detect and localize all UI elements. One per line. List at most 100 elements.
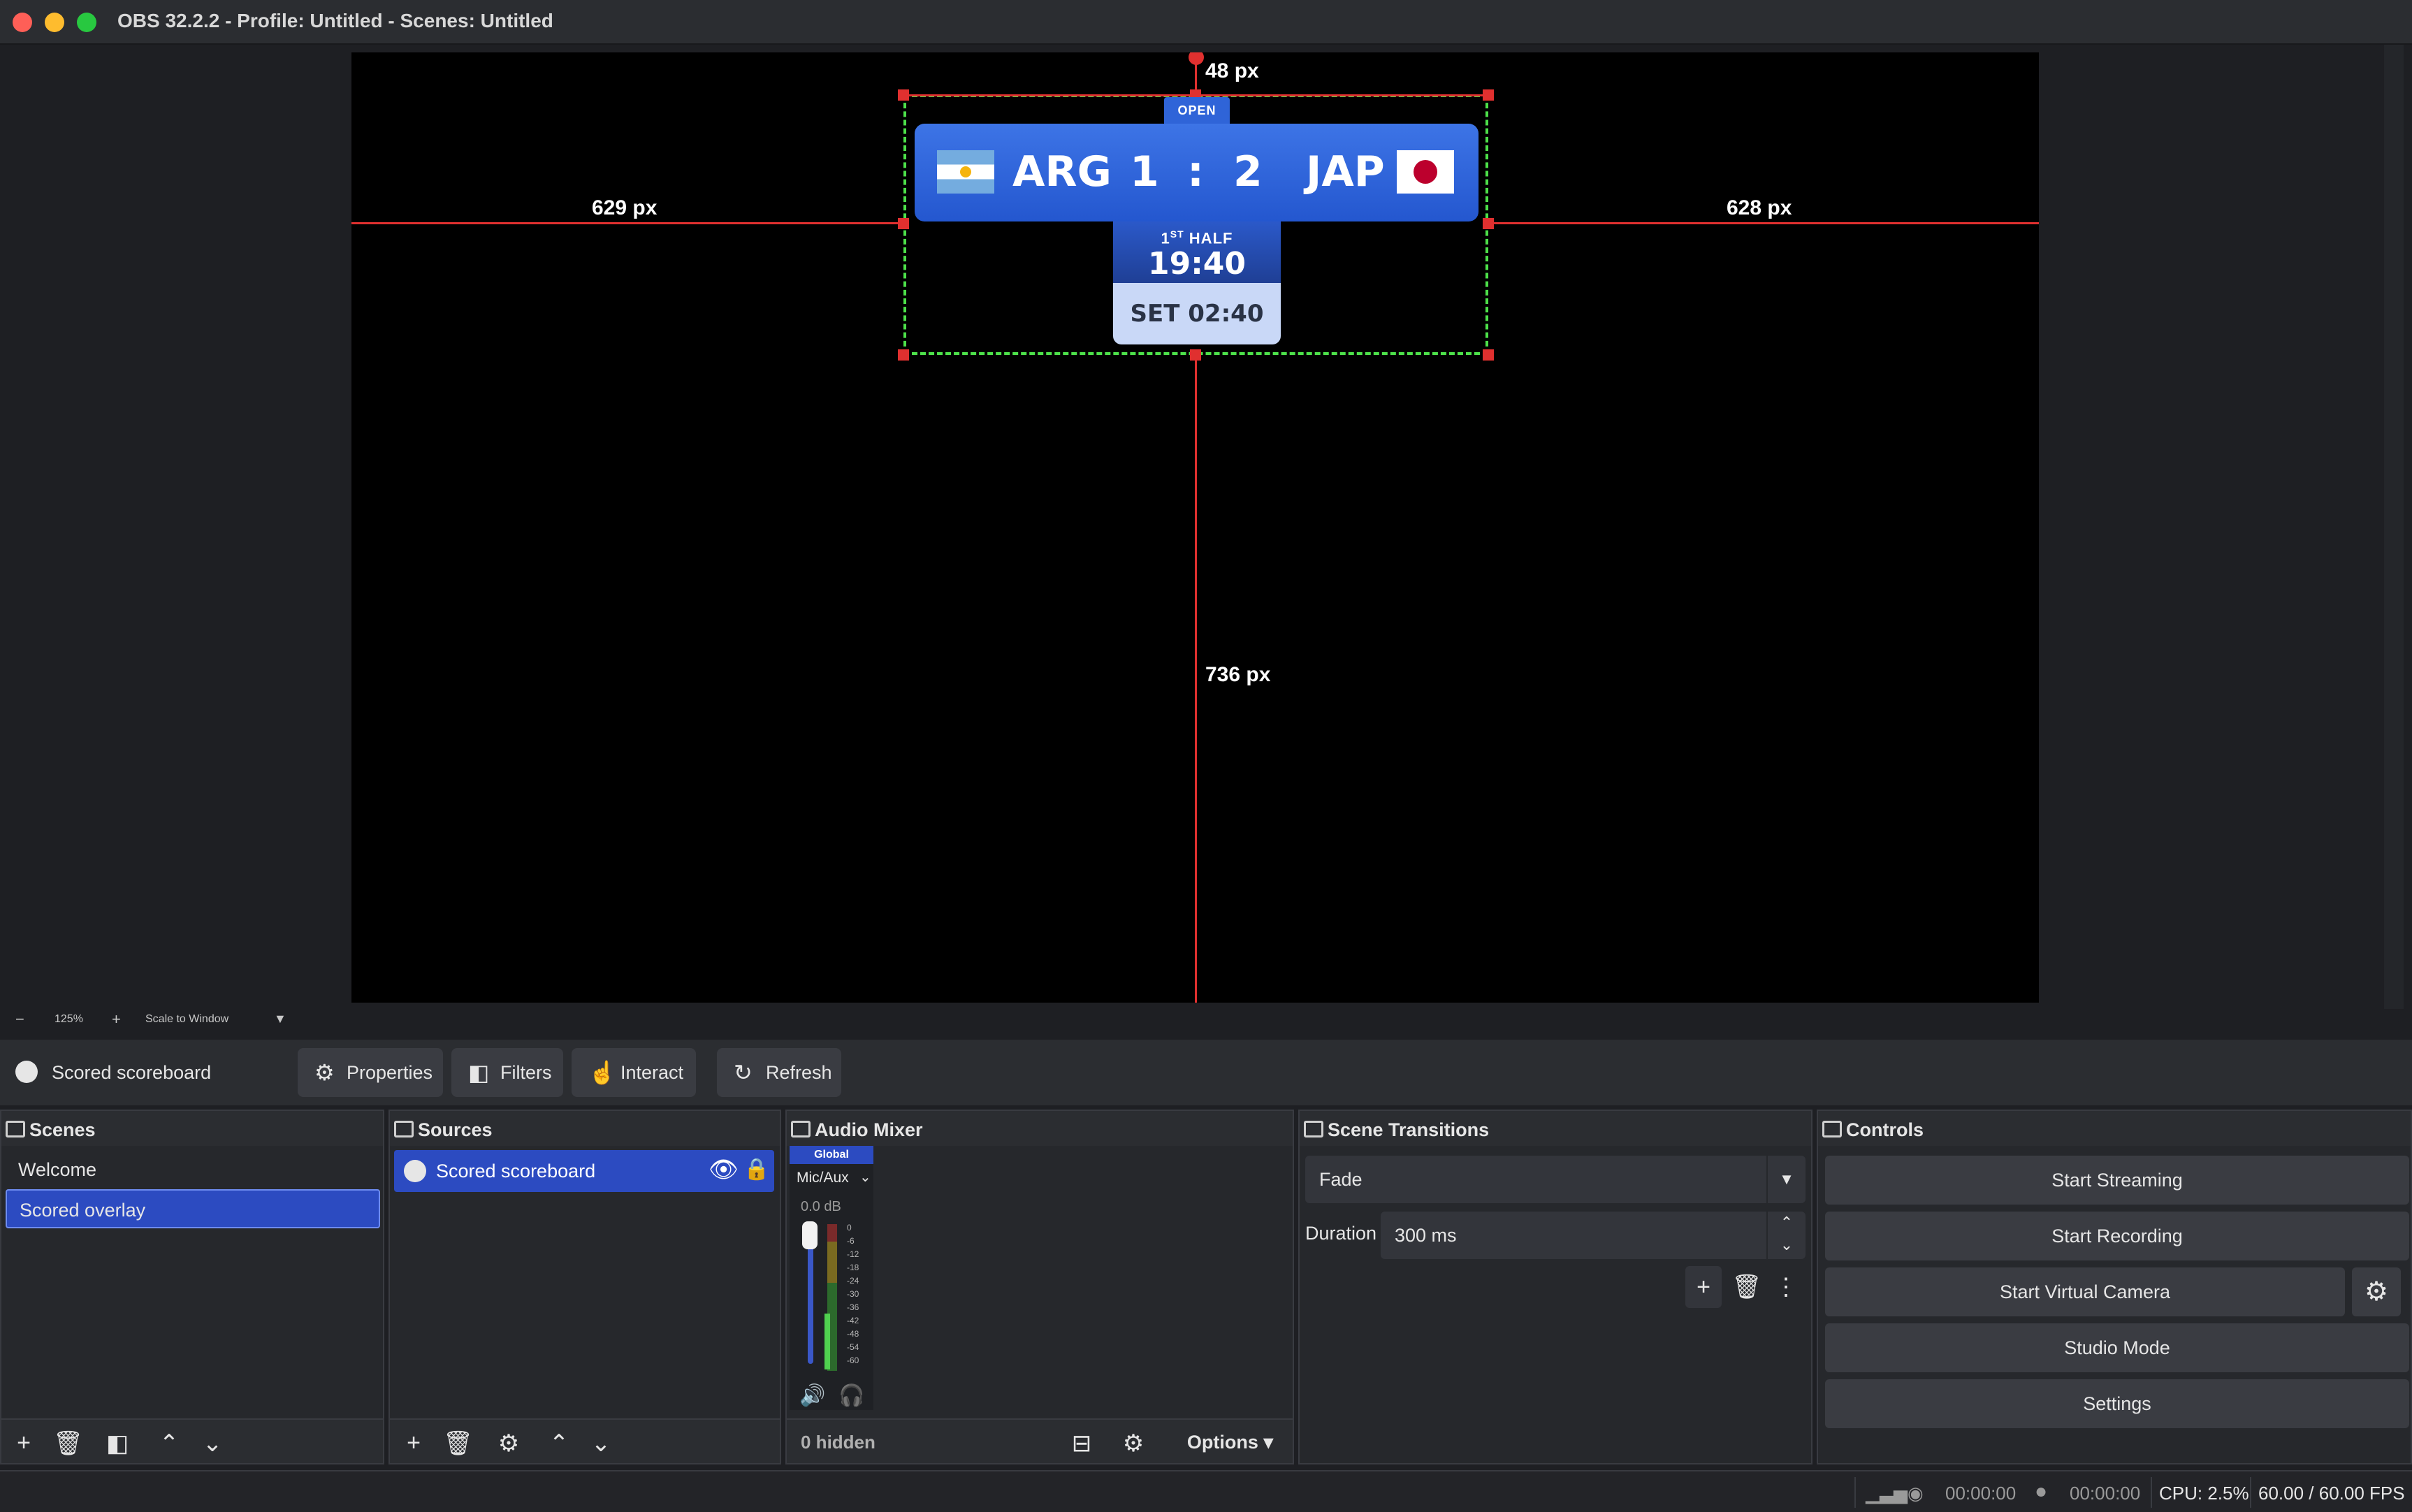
half-word: HALF: [1189, 229, 1233, 247]
close-window-button[interactable]: [13, 13, 32, 32]
preview-canvas[interactable]: 48 px 629 px 628 px 736 px OPEN ARG 1 : …: [351, 52, 2039, 1003]
set-time: SET 02:40: [1113, 283, 1281, 344]
move-source-up-icon[interactable]: ⌃: [545, 1430, 573, 1458]
eye-icon[interactable]: 👁: [709, 1156, 739, 1184]
virtual-camera-settings-button[interactable]: ⚙: [2352, 1267, 2401, 1316]
half-label: 1ST HALF: [1113, 221, 1281, 247]
scenes-toolbar: + 🗑 ◧ ⌃ ⌄: [1, 1418, 383, 1463]
settings-button[interactable]: Settings: [1825, 1379, 2409, 1428]
mixer-channel-mic: Global Mic/Aux ⌄ 0.0 dB 0 -6 -12 -18 -24…: [790, 1146, 873, 1410]
score-separator: :: [1187, 147, 1204, 196]
sources-header: Sources: [390, 1111, 780, 1146]
meter-scale: 0 -6 -12 -18 -24 -30 -36 -42 -48 -54 -60: [847, 1221, 859, 1367]
audio-mixer-toolbar: 0 hidden ⊟ ⚙ Options ▾: [787, 1418, 1293, 1463]
resize-handle-mr[interactable]: [1483, 218, 1494, 229]
source-properties-icon[interactable]: ⚙: [495, 1430, 523, 1458]
resize-handle-bl[interactable]: [898, 349, 909, 361]
scene-filters-icon[interactable]: ◧: [103, 1430, 131, 1458]
scoreboard-panel: ARG 1 : 2 JAP: [915, 124, 1479, 221]
minimize-window-button[interactable]: [45, 13, 64, 32]
start-recording-button[interactable]: Start Recording: [1825, 1212, 2409, 1260]
channel-name[interactable]: Mic/Aux: [797, 1170, 849, 1186]
scene-transitions-header: Scene Transitions: [1300, 1111, 1811, 1146]
record-status-icon: ●: [2035, 1480, 2048, 1503]
add-transition-icon[interactable]: +: [1685, 1266, 1722, 1308]
properties-button[interactable]: ⚙ Properties: [298, 1048, 443, 1097]
chevron-down-icon[interactable]: ▼: [1766, 1156, 1806, 1203]
refresh-label: Refresh: [766, 1062, 832, 1083]
resize-handle-br[interactable]: [1483, 349, 1494, 361]
duration-label: Duration: [1305, 1223, 1377, 1244]
zoom-in-button[interactable]: +: [112, 1010, 121, 1028]
chevron-down-icon: ▾: [1263, 1432, 1273, 1453]
chevron-down-icon[interactable]: ⌄: [1768, 1234, 1806, 1256]
move-scene-down-icon[interactable]: ⌄: [198, 1430, 226, 1458]
chevron-down-icon[interactable]: ▼: [274, 1012, 286, 1026]
zoom-mode[interactable]: Scale to Window: [145, 1013, 228, 1026]
source-item-scored-scoreboard[interactable]: Scored scoreboard 👁 🔒: [394, 1150, 774, 1192]
volume-slider-handle[interactable]: [802, 1221, 818, 1249]
global-badge: Global: [790, 1146, 873, 1164]
hand-pointer-icon: ☝: [588, 1060, 616, 1085]
guide-top-handle[interactable]: [1189, 52, 1204, 65]
dock-icon: [394, 1121, 414, 1137]
dock-icon: [6, 1121, 25, 1137]
meter-tick: -12: [847, 1249, 859, 1259]
zoom-out-button[interactable]: −: [15, 1010, 24, 1028]
browser-source-icon: [15, 1061, 38, 1083]
resize-handle-tr[interactable]: [1483, 89, 1494, 101]
remove-scene-icon[interactable]: 🗑: [53, 1430, 83, 1458]
zoom-window-button[interactable]: [77, 13, 96, 32]
chevron-up-icon[interactable]: ⌃: [1768, 1212, 1806, 1234]
stream-time: 00:00:00: [1945, 1483, 2017, 1504]
layout-toggle-icon[interactable]: ⊟: [1068, 1430, 1096, 1458]
options-button[interactable]: Options ▾: [1187, 1432, 1273, 1453]
scene-item-scored-overlay[interactable]: Scored overlay: [6, 1189, 380, 1228]
divider: [2151, 1477, 2152, 1508]
meter-tick: -42: [847, 1316, 859, 1325]
headphones-monitor-icon[interactable]: 🎧: [838, 1383, 864, 1408]
lock-icon[interactable]: 🔒: [743, 1157, 769, 1182]
remove-transition-icon[interactable]: 🗑: [1729, 1266, 1765, 1308]
transition-select[interactable]: Fade ▼: [1305, 1156, 1806, 1203]
studio-mode-button[interactable]: Studio Mode: [1825, 1323, 2409, 1372]
guide-bottom-line: [1195, 355, 1197, 1003]
resize-handle-bc[interactable]: [1190, 349, 1201, 361]
duration-value: 300 ms: [1395, 1225, 1457, 1246]
duration-stepper[interactable]: ⌃ ⌄: [1766, 1212, 1806, 1259]
add-source-icon[interactable]: +: [400, 1430, 428, 1457]
speaker-icon[interactable]: 🔊: [799, 1383, 825, 1408]
interact-button[interactable]: ☝ Interact: [572, 1048, 696, 1097]
refresh-icon: ↻: [734, 1060, 753, 1085]
chevron-down-icon[interactable]: ⌄: [859, 1168, 871, 1186]
move-scene-up-icon[interactable]: ⌃: [155, 1430, 183, 1458]
japan-flag-icon: [1397, 150, 1454, 194]
resize-handle-ml[interactable]: [898, 218, 909, 229]
start-virtual-camera-button[interactable]: Start Virtual Camera: [1825, 1267, 2345, 1316]
zoom-level: 125%: [55, 1013, 83, 1025]
remove-source-icon[interactable]: 🗑: [443, 1430, 473, 1458]
duration-spinbox[interactable]: 300 ms ⌃ ⌄: [1381, 1212, 1806, 1259]
controls-dock: Controls Start Streaming Start Recording…: [1817, 1110, 2412, 1464]
scenes-dock: Scenes Welcome Scored overlay + 🗑 ◧ ⌃ ⌄: [0, 1110, 384, 1464]
advanced-audio-icon[interactable]: ⚙: [1119, 1430, 1147, 1458]
refresh-button[interactable]: ↻ Refresh: [717, 1048, 841, 1097]
move-source-down-icon[interactable]: ⌄: [587, 1430, 615, 1458]
scene-item-welcome[interactable]: Welcome: [6, 1150, 380, 1189]
start-streaming-button[interactable]: Start Streaming: [1825, 1156, 2409, 1205]
guide-right-label: 628 px: [1727, 196, 1792, 219]
resize-handle-tl[interactable]: [898, 89, 909, 101]
add-scene-icon[interactable]: +: [10, 1430, 38, 1457]
filters-button[interactable]: ◧ Filters: [451, 1048, 563, 1097]
meter-tick: -24: [847, 1276, 859, 1286]
volume-meter-level: [824, 1314, 830, 1369]
preview-scrollbar[interactable]: [2384, 45, 2404, 1009]
meter-tick: -18: [847, 1263, 859, 1272]
audio-mixer-title: Audio Mixer: [815, 1119, 923, 1140]
half-suffix: ST: [1170, 228, 1184, 240]
divider: [1854, 1477, 1856, 1508]
properties-label: Properties: [347, 1062, 433, 1083]
meter-tick: 0: [847, 1223, 852, 1233]
more-options-icon[interactable]: ⋮: [1768, 1266, 1804, 1308]
signal-icon: ▁▃▅: [1866, 1483, 1908, 1504]
